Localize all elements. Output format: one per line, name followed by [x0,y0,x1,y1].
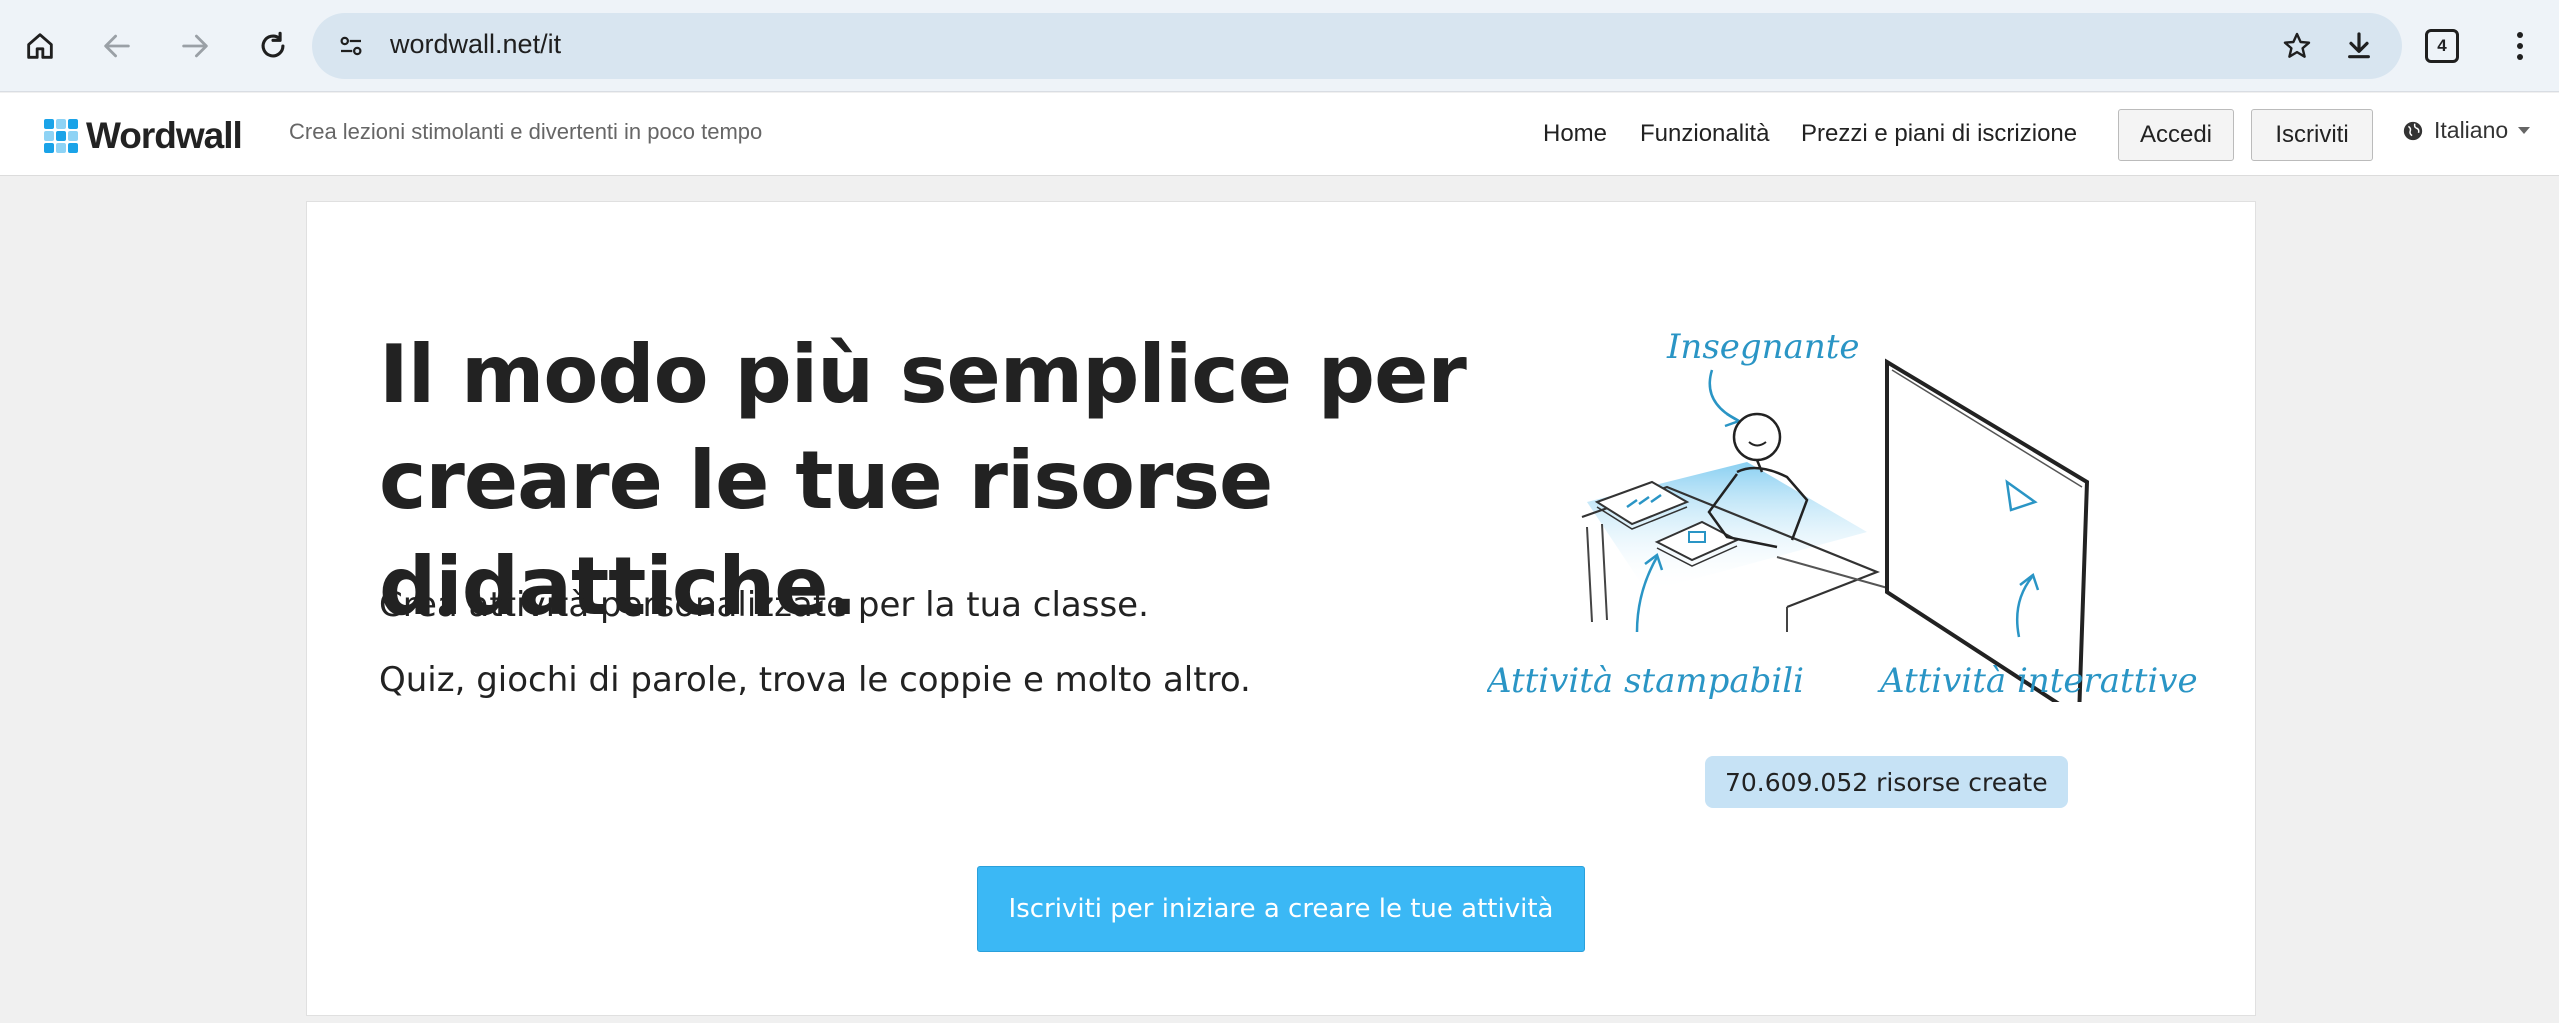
more-menu-icon[interactable] [2500,22,2540,70]
nav-features[interactable]: Funzionalità [1640,120,1769,148]
hero-headline-line1: Il modo più semplice per [379,328,1467,421]
url-text[interactable]: wordwall.net/it [390,29,561,60]
hero-card: Il modo più semplice per creare le tue r… [306,201,2256,1016]
tagline: Crea lezioni stimolanti e divertenti in … [289,119,763,144]
reload-icon[interactable] [249,22,297,70]
back-icon[interactable] [93,22,141,70]
tab-count-icon[interactable]: 4 [2425,29,2459,63]
address-bar[interactable]: wordwall.net/it [312,13,2402,79]
illustration-label-printable: Attività stampabili [1487,661,1804,701]
language-label: Italiano [2434,117,2509,143]
login-button[interactable]: Accedi [2118,109,2234,161]
site-info-icon[interactable] [332,27,370,65]
home-icon[interactable] [16,22,64,70]
illustration-label-interactive: Attività interattive [1877,661,2198,701]
signup-cta-button[interactable]: Iscriviti per iniziare a creare le tue a… [977,866,1585,952]
logo[interactable]: Wordwall [44,115,243,157]
globe-icon [2403,121,2423,140]
download-icon[interactable] [2340,27,2378,65]
forward-icon[interactable] [171,22,219,70]
nav-home[interactable]: Home [1543,120,1607,148]
interactive-screen [1885,358,2090,702]
logo-icon [44,119,78,153]
illustration-label-teacher: Insegnante [1666,327,1860,367]
language-selector[interactable]: Italiano [2402,117,2531,144]
hero-subtitle-2: Quiz, giochi di parole, trova le coppie … [379,660,1251,700]
site-header: Wordwall Crea lezioni stimolanti e diver… [0,93,2559,176]
logo-text: Wordwall [86,115,243,156]
teacher-illustration: Insegnante Attività stampabili Attività … [1487,327,2198,702]
signup-button[interactable]: Iscriviti [2251,109,2373,161]
browser-toolbar: wordwall.net/it 4 [0,0,2559,92]
star-icon[interactable] [2278,27,2316,65]
chevron-down-icon [2518,126,2531,134]
nav-pricing[interactable]: Prezzi e piani di iscrizione [1801,120,2077,148]
resources-counter-badge: 70.609.052 risorse create [1705,756,2068,808]
hero-subtitle-1: Crea attività personalizzate per la tua … [379,585,1149,625]
